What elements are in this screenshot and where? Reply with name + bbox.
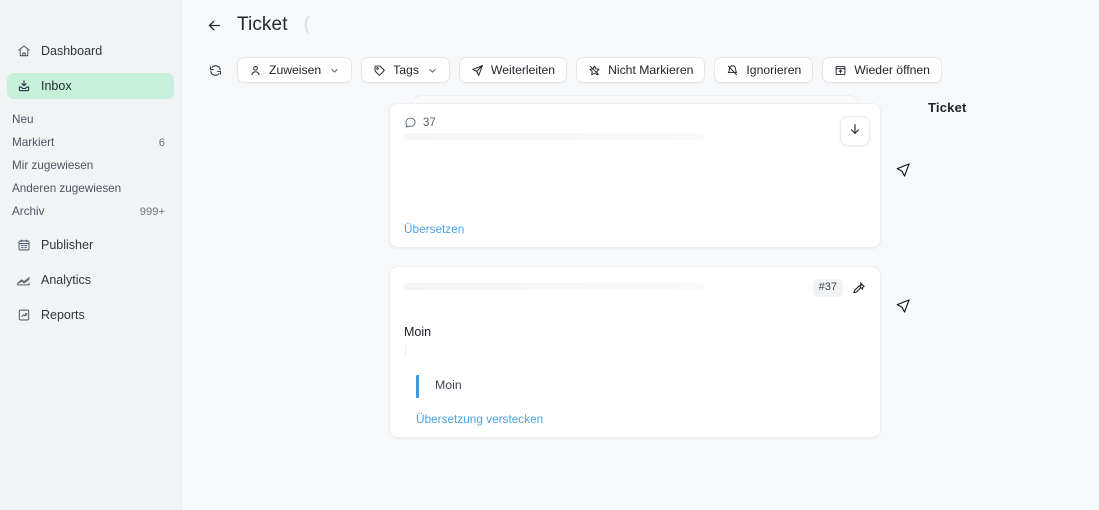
app-root: Dashboard Inbox Neu Markiert 6 Mir zugew…	[0, 0, 1099, 510]
sidebar-subitem-label: Neu	[12, 113, 34, 126]
reopen-icon	[834, 64, 847, 77]
ticket-panel-title: Ticket	[928, 100, 967, 115]
comment-icon	[404, 116, 417, 129]
home-icon	[16, 44, 31, 59]
message-id-badge: #37	[812, 279, 843, 297]
message-card-body: Moin Moin Übersetzung verstecken	[390, 323, 880, 428]
refresh-icon[interactable]	[204, 59, 226, 81]
conversation-list: 37 Übersetzen #37 Moin Moin Übersetzung …	[389, 95, 881, 438]
sidebar-item-label: Analytics	[41, 273, 92, 287]
unmark-button[interactable]: Nicht Markieren	[576, 57, 706, 83]
reopen-button[interactable]: Wieder öffnen	[822, 57, 942, 83]
tags-button-label: Tags	[393, 63, 419, 77]
sidebar-item-label: Publisher	[41, 238, 94, 252]
message-text: Moin	[404, 324, 432, 339]
main-content: Ticket ( Zuweisen Tags Weiterleiten Nich…	[182, 0, 1099, 510]
calendar-icon	[16, 238, 31, 253]
sidebar-item-reports[interactable]: Reports	[7, 302, 174, 328]
message-card-body	[390, 133, 880, 140]
sidebar-subitem-label: Mir zugewiesen	[12, 159, 94, 172]
message-card-header: #37	[390, 267, 880, 297]
sidebar-item-label: Dashboard	[41, 44, 103, 58]
report-icon	[16, 308, 31, 323]
star-off-icon	[588, 64, 601, 77]
analytics-icon	[16, 273, 31, 288]
pin-icon[interactable]	[852, 281, 866, 295]
sidebar-subitem-neu[interactable]: Neu	[7, 108, 174, 131]
sidebar-item-dashboard[interactable]: Dashboard	[7, 38, 174, 64]
content-placeholder	[405, 344, 406, 357]
inbox-icon	[16, 79, 31, 94]
toolbar: Zuweisen Tags Weiterleiten Nicht Markier…	[204, 57, 1099, 83]
message-card-header: 37	[390, 104, 880, 129]
page-title-suffix: (	[303, 14, 310, 35]
sidebar: Dashboard Inbox Neu Markiert 6 Mir zugew…	[0, 0, 182, 510]
ignore-button[interactable]: Ignorieren	[714, 57, 814, 83]
hide-translation-link[interactable]: Übersetzung verstecken	[416, 412, 543, 426]
assign-button[interactable]: Zuweisen	[237, 57, 353, 83]
arrow-left-icon[interactable]	[204, 15, 224, 35]
cursor-pointer-icon	[895, 298, 911, 319]
topbar: Ticket ( Zuweisen Tags Weiterleiten Nich…	[182, 0, 1099, 83]
bell-off-icon	[726, 64, 739, 77]
send-icon	[471, 64, 484, 77]
chevron-down-icon	[329, 65, 340, 76]
message-card-expanded[interactable]: #37 Moin Moin Übersetzung verstecken	[389, 266, 881, 438]
ignore-button-label: Ignorieren	[746, 63, 802, 77]
unmark-button-label: Nicht Markieren	[608, 63, 694, 77]
sidebar-item-label: Inbox	[41, 79, 72, 93]
sidebar-subitem-label: Archiv	[12, 205, 45, 218]
sidebar-item-inbox[interactable]: Inbox	[7, 73, 174, 99]
translate-link[interactable]: Übersetzen	[404, 222, 464, 236]
message-count: 37	[404, 116, 436, 129]
sidebar-subitem-count: 999+	[139, 205, 165, 218]
assign-button-label: Zuweisen	[269, 63, 322, 77]
translation-text: Moin	[435, 377, 462, 392]
sidebar-item-label: Reports	[41, 308, 85, 322]
translation-quote: Moin	[416, 374, 866, 398]
chevron-down-icon	[427, 65, 438, 76]
tags-button[interactable]: Tags	[361, 57, 450, 83]
tag-icon	[373, 64, 386, 77]
cursor-pointer-icon	[895, 162, 911, 183]
content-placeholder	[404, 133, 704, 140]
message-meta: #37	[812, 279, 866, 297]
user-icon	[249, 64, 262, 77]
message-count-label: 37	[423, 116, 436, 129]
sidebar-subitem-archiv[interactable]: Archiv 999+	[7, 200, 174, 223]
message-card-collapsed[interactable]: 37 Übersetzen	[389, 103, 881, 248]
sidebar-subitem-mir-zugewiesen[interactable]: Mir zugewiesen	[7, 154, 174, 177]
reopen-button-label: Wieder öffnen	[854, 63, 930, 77]
forward-button-label: Weiterleiten	[490, 63, 556, 77]
ticket-details-panel: Ticket	[928, 100, 1099, 115]
sidebar-item-analytics[interactable]: Analytics	[7, 267, 174, 293]
sidebar-subitem-markiert[interactable]: Markiert 6	[7, 131, 174, 154]
arrow-down-icon	[848, 122, 862, 141]
scroll-to-bottom-button[interactable]	[840, 116, 870, 146]
sidebar-subitem-label: Markiert	[12, 136, 55, 149]
sidebar-subitem-count: 6	[158, 136, 165, 149]
content-placeholder	[404, 283, 704, 290]
forward-button[interactable]: Weiterleiten	[458, 57, 568, 83]
title-row: Ticket (	[204, 10, 1099, 40]
sidebar-subitem-label: Anderen zugewiesen	[12, 182, 122, 195]
sidebar-item-publisher[interactable]: Publisher	[7, 232, 174, 258]
sidebar-subitem-anderen-zugewiesen[interactable]: Anderen zugewiesen	[7, 177, 174, 200]
page-title: Ticket	[237, 14, 288, 35]
